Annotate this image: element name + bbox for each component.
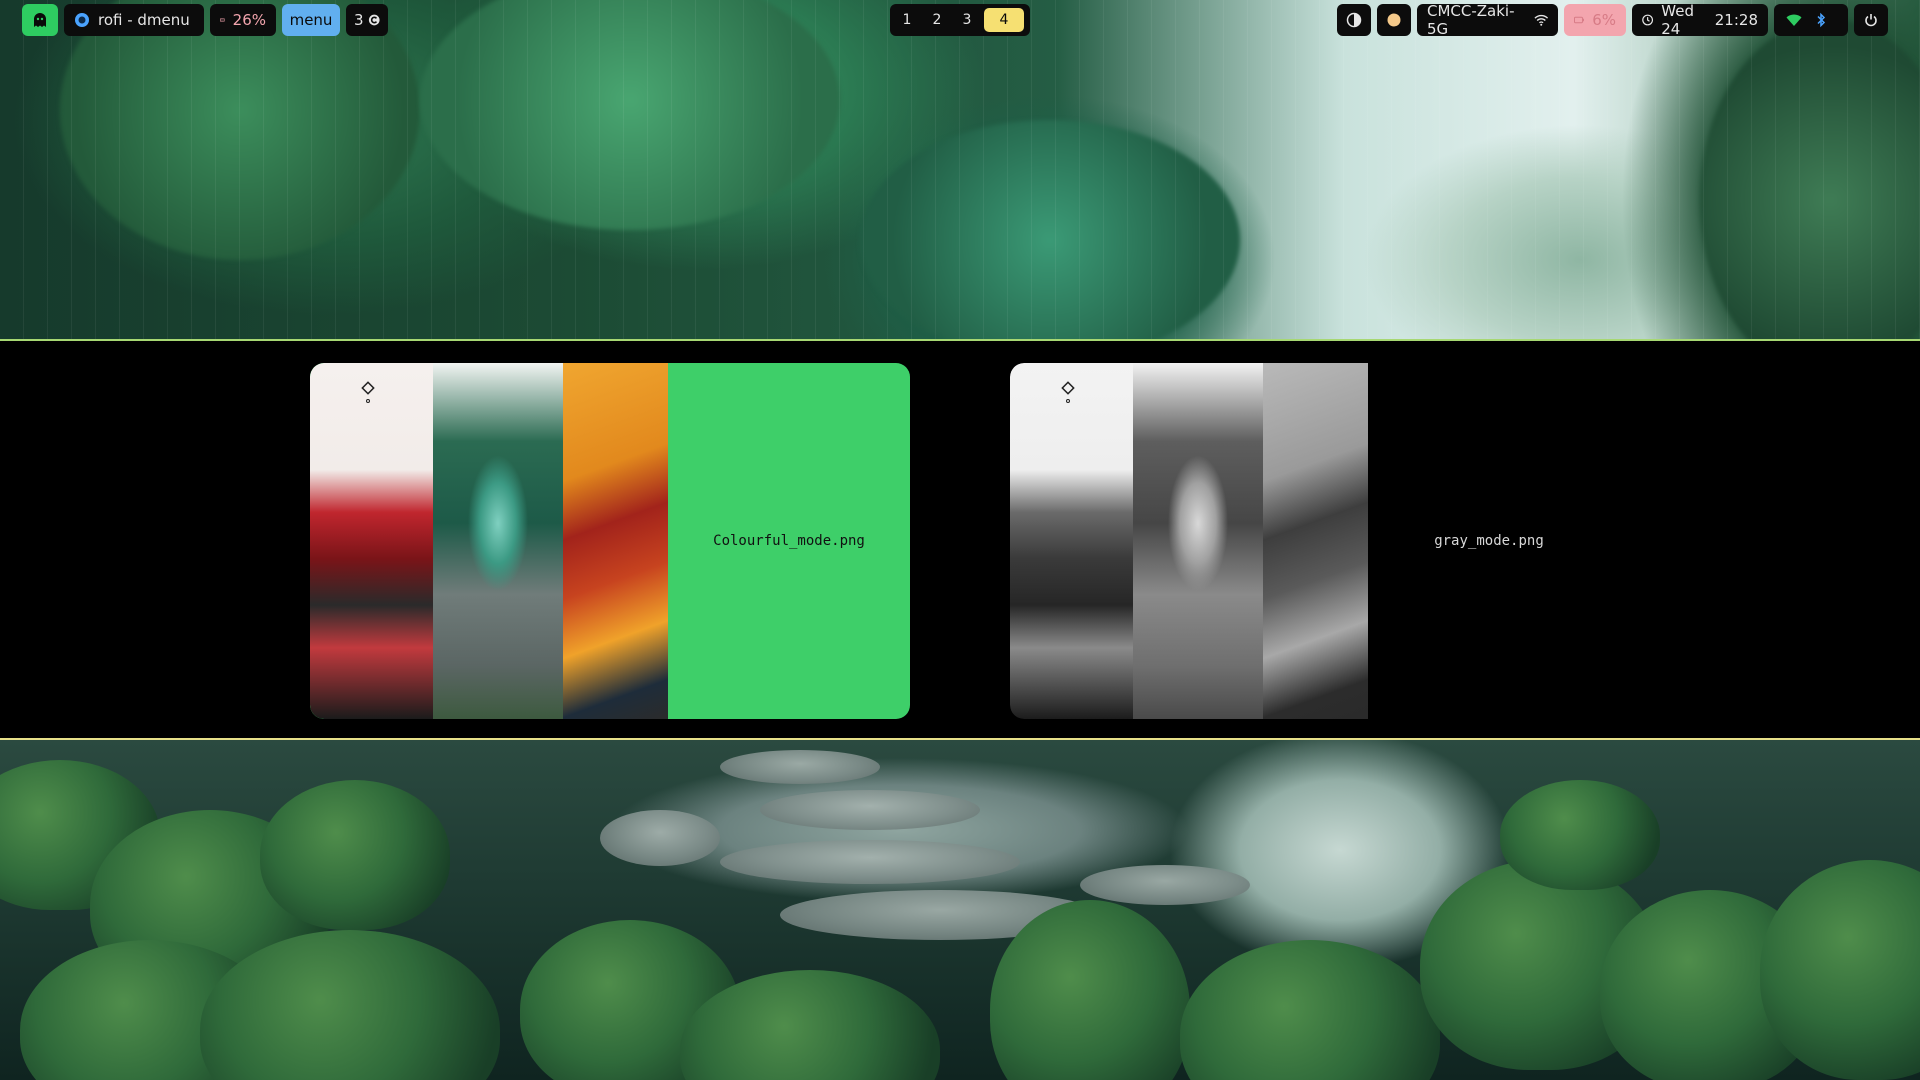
wifi-icon	[1533, 14, 1548, 26]
thumbnail-vase-panel-gray	[1263, 363, 1368, 719]
theme-toggle[interactable]	[1337, 4, 1371, 36]
wallpaper-entry-gray[interactable]: gray_mode.png	[1010, 363, 1610, 719]
bush	[260, 780, 450, 930]
battery-module[interactable]: 6%	[1564, 4, 1626, 36]
battery-value: 6%	[1592, 11, 1616, 29]
workspace-4-active[interactable]: 4	[984, 8, 1024, 32]
wifi-module[interactable]: CMCC-Zaki-5G	[1417, 2, 1558, 38]
contrast-icon	[1346, 12, 1362, 28]
power-icon	[1865, 14, 1877, 27]
rofi-launcher: Colourful_mode.png gray_mode.png	[0, 339, 1920, 740]
workspace-1[interactable]: 1	[894, 8, 920, 32]
notification-count: 3	[354, 11, 364, 29]
diamond-icon	[1061, 381, 1075, 403]
memory-value: 26%	[232, 11, 266, 29]
topbar-right: CMCC-Zaki-5G 6% Wed 24 21:28	[1337, 2, 1888, 38]
notification-module[interactable]: 3	[346, 4, 388, 36]
menu-button[interactable]: menu	[282, 4, 340, 36]
thumbnail-gray	[1010, 363, 1368, 719]
clock-time: 21:28	[1714, 11, 1758, 29]
diamond-icon	[361, 381, 375, 403]
clock-date: Wed 24	[1661, 2, 1694, 38]
thumbnail-vase-panel	[563, 363, 668, 719]
workspace-3[interactable]: 3	[954, 8, 980, 32]
memory-icon	[220, 18, 225, 22]
ghost-icon	[34, 13, 46, 27]
wallpaper-rain	[0, 0, 1920, 340]
window-title: rofi - dmenu	[98, 11, 190, 29]
battery-icon	[1574, 16, 1584, 24]
stepping-stone	[720, 840, 1020, 884]
wifi-status-icon[interactable]	[1786, 13, 1802, 27]
wallpaper-entry-colourful[interactable]: Colourful_mode.png	[310, 363, 910, 719]
app-icon	[75, 13, 89, 27]
active-window-module[interactable]: rofi - dmenu	[64, 4, 204, 36]
wallpaper-top	[0, 0, 1920, 340]
stepping-stone	[600, 810, 720, 866]
stepping-stone	[1080, 865, 1250, 905]
entry-label: gray_mode.png	[1434, 533, 1544, 549]
bluetooth-icon[interactable]	[1816, 12, 1826, 28]
wallpaper-bottom	[0, 740, 1920, 1080]
launcher-button[interactable]	[22, 4, 58, 36]
clock-icon	[1642, 14, 1654, 26]
topbar-left: rofi - dmenu 26% menu 3	[22, 4, 388, 36]
menu-label: menu	[289, 11, 333, 29]
bush	[1500, 780, 1660, 890]
thumbnail-colourful	[310, 363, 668, 719]
workspace-switcher: 1 2 3 4	[890, 4, 1030, 36]
notification-icon	[368, 14, 380, 26]
workspace-2[interactable]: 2	[924, 8, 950, 32]
sun-icon	[1387, 13, 1401, 27]
wifi-name: CMCC-Zaki-5G	[1427, 2, 1515, 38]
stepping-stone	[720, 750, 880, 784]
topbar-center: 1 2 3 4	[890, 4, 1030, 36]
bush	[1180, 940, 1440, 1080]
power-button[interactable]	[1854, 4, 1888, 36]
stepping-stone	[760, 790, 980, 830]
thumbnail-forest-panel-gray	[1133, 363, 1263, 719]
night-light-toggle[interactable]	[1377, 4, 1411, 36]
clock-module[interactable]: Wed 24 21:28	[1632, 2, 1768, 38]
memory-module[interactable]: 26%	[210, 4, 276, 36]
thumbnail-forest-panel	[433, 363, 563, 719]
connectivity-module[interactable]	[1774, 4, 1848, 36]
thumbnail-knight-panel	[310, 363, 433, 719]
thumbnail-knight-panel-gray	[1010, 363, 1133, 719]
entry-label: Colourful_mode.png	[713, 533, 865, 549]
